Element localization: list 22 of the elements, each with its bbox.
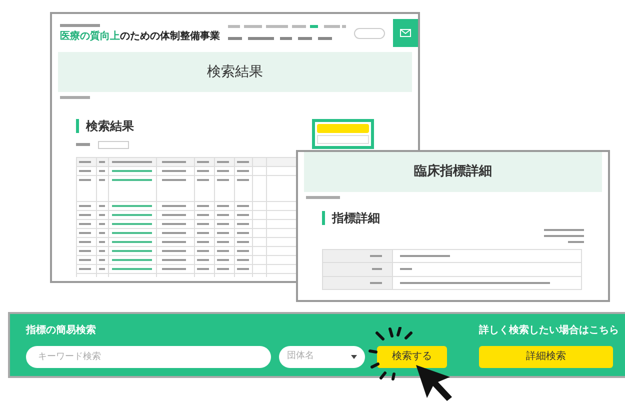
breadcrumb-drawing: [60, 96, 90, 99]
mail-button[interactable]: [392, 19, 418, 47]
update-dates-drawing: [544, 229, 584, 246]
sidebar-search-button[interactable]: [317, 124, 369, 133]
section-heading: 指標詳細: [322, 211, 380, 226]
section-heading: 検索結果: [76, 119, 296, 134]
keyword-search-field[interactable]: キーワード検索: [26, 346, 271, 368]
page-title: 臨床指標詳細: [414, 162, 492, 182]
sidebar-keyword-field[interactable]: [317, 135, 369, 144]
site-tagline-text-drawing: [60, 24, 100, 27]
click-burst-icon: [368, 327, 413, 381]
mail-icon: [400, 29, 411, 37]
search-button[interactable]: 検索する: [377, 346, 447, 368]
site-logo[interactable]: 医療の質向上のための体制整備事業: [60, 31, 220, 42]
search-field[interactable]: [354, 28, 385, 38]
cursor-arrow-icon: [414, 363, 454, 403]
panel-title: 詳しく検索したい場合はこちら: [479, 324, 619, 338]
caret-down-icon: [351, 354, 357, 358]
advanced-search-button[interactable]: 詳細検索: [479, 346, 613, 368]
breadcrumb-drawing: [306, 196, 340, 199]
page-title: 検索結果: [207, 62, 263, 82]
panel-title: 指標の簡易検索: [26, 324, 97, 338]
